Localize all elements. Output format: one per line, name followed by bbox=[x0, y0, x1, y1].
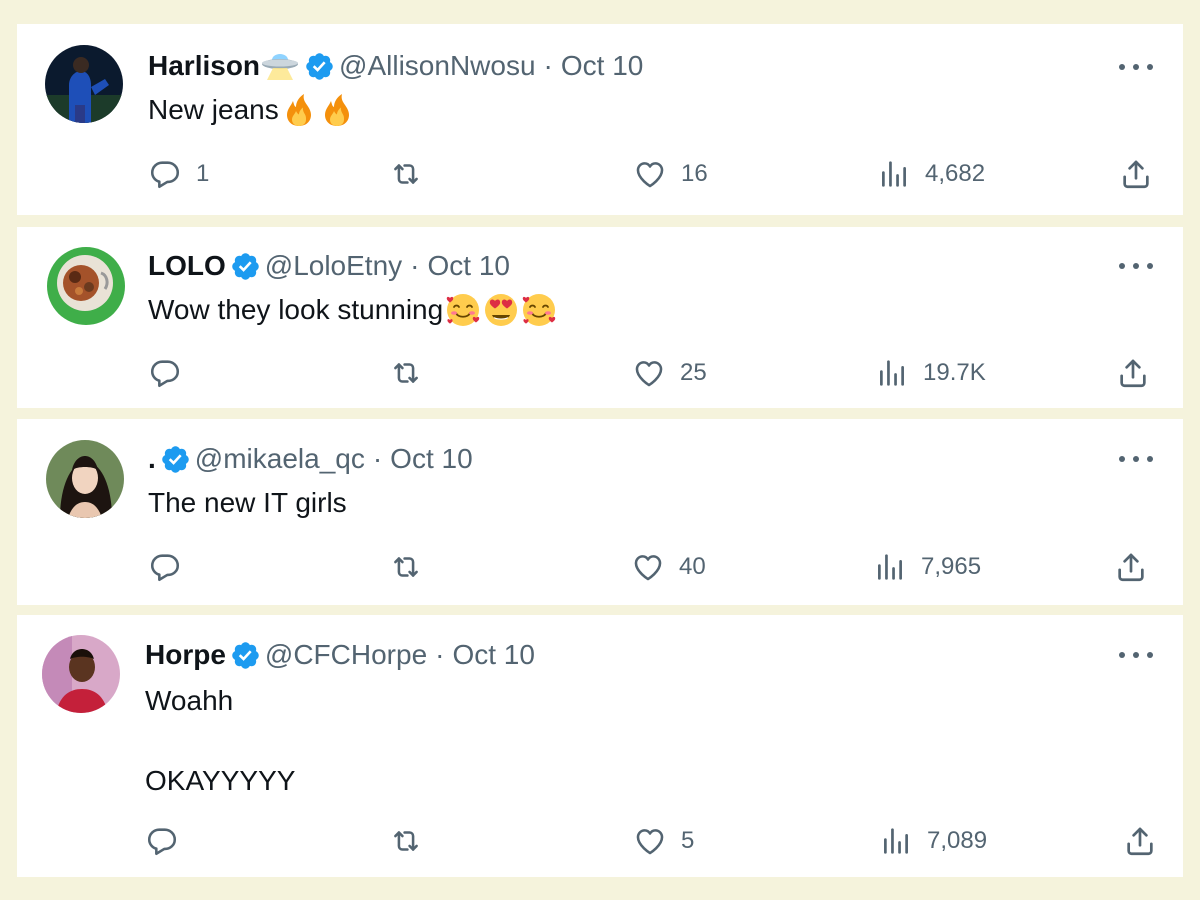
tweet-date[interactable]: Oct 10 bbox=[427, 250, 509, 282]
share-icon bbox=[1116, 356, 1150, 390]
retweet-button[interactable] bbox=[389, 547, 423, 587]
display-name[interactable]: Harlison bbox=[148, 50, 260, 82]
avatar[interactable] bbox=[46, 440, 124, 518]
views-button[interactable]: 7,089 bbox=[879, 821, 987, 861]
view-count: 19.7K bbox=[923, 359, 986, 386]
reply-icon bbox=[148, 356, 182, 390]
share-button[interactable] bbox=[1114, 547, 1148, 587]
like-count: 25 bbox=[680, 359, 707, 386]
separator-dot: · bbox=[543, 50, 553, 81]
retweet-icon bbox=[389, 550, 423, 584]
retweet-button[interactable] bbox=[389, 154, 423, 194]
views-button[interactable]: 19.7K bbox=[875, 353, 986, 393]
heart-eyes-emoji bbox=[483, 292, 519, 328]
like-button[interactable]: 5 bbox=[633, 821, 694, 861]
view-count: 4,682 bbox=[925, 160, 986, 187]
user-handle[interactable]: @LoloEtny bbox=[265, 250, 402, 282]
reply-button[interactable] bbox=[148, 547, 182, 587]
like-count: 40 bbox=[679, 553, 706, 580]
separator-dot: · bbox=[410, 250, 420, 281]
avatar[interactable] bbox=[42, 635, 120, 713]
share-button[interactable] bbox=[1119, 154, 1153, 194]
retweet-button[interactable] bbox=[389, 353, 423, 393]
like-icon bbox=[631, 550, 665, 584]
views-icon bbox=[873, 550, 907, 584]
like-icon bbox=[633, 824, 667, 858]
reply-button[interactable] bbox=[148, 353, 182, 393]
tweet-card[interactable]: . @mikaela_qc · Oct 10 The new IT girls … bbox=[17, 419, 1183, 605]
display-name[interactable]: Horpe bbox=[145, 639, 226, 671]
retweet-icon bbox=[389, 157, 423, 191]
like-icon bbox=[633, 157, 667, 191]
like-button[interactable]: 16 bbox=[633, 154, 708, 194]
tweet-card[interactable]: Harlison @AllisonNwosu · Oct 10 New jean… bbox=[17, 24, 1183, 215]
views-button[interactable]: 4,682 bbox=[877, 154, 985, 194]
more-icon[interactable] bbox=[1119, 57, 1153, 77]
tweet-text: The new IT girls bbox=[148, 487, 347, 518]
verified-badge-icon bbox=[160, 444, 191, 475]
display-name[interactable]: LOLO bbox=[148, 250, 226, 282]
user-handle[interactable]: @mikaela_qc bbox=[195, 443, 365, 475]
more-icon[interactable] bbox=[1119, 449, 1153, 469]
verified-badge-icon bbox=[230, 640, 261, 671]
retweet-icon bbox=[389, 356, 423, 390]
views-icon bbox=[875, 356, 909, 390]
tweet-date[interactable]: Oct 10 bbox=[452, 639, 534, 671]
ufo-emoji bbox=[260, 51, 300, 81]
views-icon bbox=[877, 157, 911, 191]
more-icon[interactable] bbox=[1119, 645, 1153, 665]
separator-dot: · bbox=[435, 639, 445, 670]
reply-button[interactable]: 1 bbox=[148, 154, 209, 194]
separator-dot: · bbox=[372, 443, 383, 474]
view-count: 7,965 bbox=[921, 553, 982, 580]
like-count: 16 bbox=[681, 160, 708, 187]
fire-emoji bbox=[281, 92, 317, 128]
tweet-text: New jeans bbox=[148, 94, 279, 125]
smiling-hearts-emoji bbox=[445, 292, 481, 328]
retweet-button[interactable] bbox=[389, 821, 423, 861]
tweet-date[interactable]: Oct 10 bbox=[561, 50, 643, 82]
verified-badge-icon bbox=[230, 251, 261, 282]
fire-emoji bbox=[319, 92, 355, 128]
smiling-hearts-emoji bbox=[521, 292, 557, 328]
tweet-date[interactable]: Oct 10 bbox=[390, 443, 472, 475]
share-icon bbox=[1114, 550, 1148, 584]
share-button[interactable] bbox=[1123, 821, 1157, 861]
like-icon bbox=[632, 356, 666, 390]
view-count: 7,089 bbox=[927, 827, 988, 854]
tweet-card[interactable]: Horpe @CFCHorpe · Oct 10 Woahh OKAYYYYY … bbox=[17, 615, 1183, 877]
reply-button[interactable] bbox=[145, 821, 179, 861]
more-icon[interactable] bbox=[1119, 256, 1153, 276]
like-button[interactable]: 40 bbox=[631, 547, 706, 587]
share-button[interactable] bbox=[1116, 353, 1150, 393]
avatar[interactable] bbox=[45, 45, 123, 123]
display-name[interactable]: . bbox=[148, 443, 156, 475]
tweet-text: Wow they look stunning bbox=[148, 294, 444, 325]
like-button[interactable]: 25 bbox=[632, 353, 707, 393]
reply-icon bbox=[148, 157, 182, 191]
reply-count: 1 bbox=[196, 160, 210, 187]
retweet-icon bbox=[389, 824, 423, 858]
tweet-card[interactable]: LOLO @LoloEtny · Oct 10 Wow they look st… bbox=[17, 227, 1183, 408]
avatar[interactable] bbox=[47, 247, 125, 325]
user-handle[interactable]: @CFCHorpe bbox=[265, 639, 427, 671]
user-handle[interactable]: @AllisonNwosu bbox=[339, 50, 536, 82]
share-icon bbox=[1119, 157, 1153, 191]
reply-icon bbox=[148, 550, 182, 584]
tweet-text: Woahh OKAYYYYY bbox=[145, 685, 296, 796]
verified-badge-icon bbox=[304, 51, 335, 82]
like-count: 5 bbox=[681, 827, 695, 854]
views-icon bbox=[879, 824, 913, 858]
views-button[interactable]: 7,965 bbox=[873, 547, 981, 587]
share-icon bbox=[1123, 824, 1157, 858]
reply-icon bbox=[145, 824, 179, 858]
